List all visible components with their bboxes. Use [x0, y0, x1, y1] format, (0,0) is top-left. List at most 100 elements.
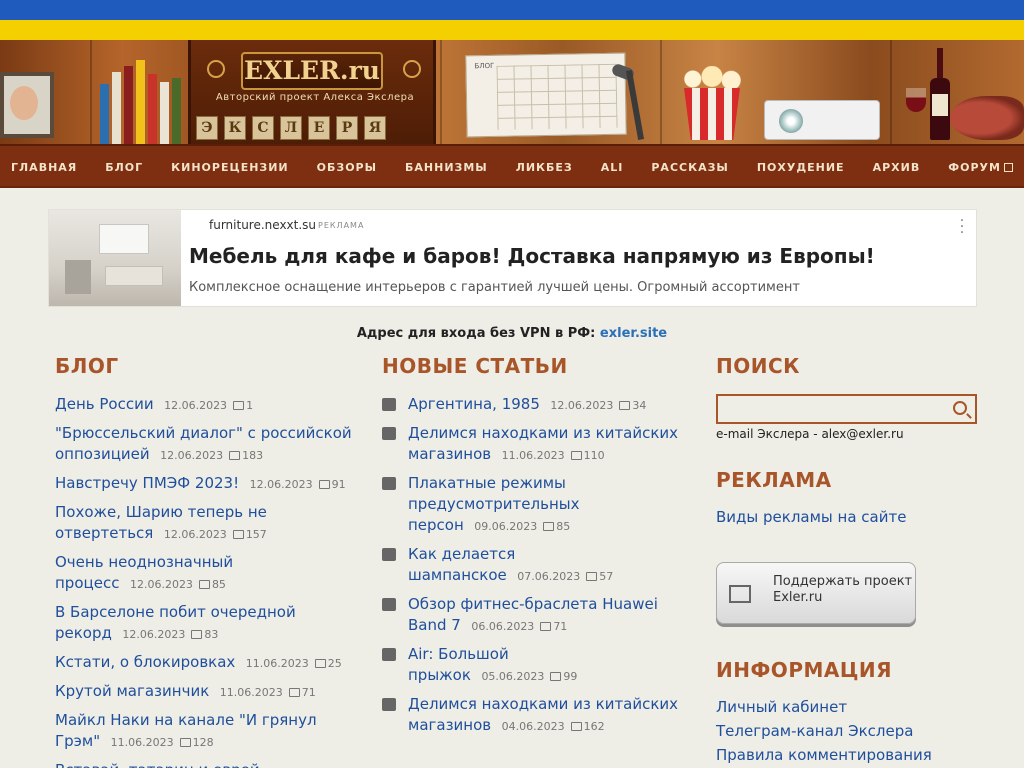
nav-item-stories[interactable]: РАССКАЗЫ	[637, 161, 742, 174]
search-icon[interactable]	[953, 401, 967, 415]
nav-item-forum[interactable]: ФОРУМ	[934, 161, 1024, 174]
blog-list: День России 12.06.2023 1 "Брюссельский диа…	[55, 394, 355, 768]
info-link-comment-rules[interactable]: Правила комментирования	[716, 746, 932, 764]
comment-count[interactable]: 91	[332, 478, 346, 491]
comment-icon	[570, 451, 582, 460]
ad-banner[interactable]: furniture.nexxt.su РЕКЛАМА Мебель для ка…	[48, 209, 977, 307]
item-title-link[interactable]: Как делается шампанское	[408, 545, 515, 584]
item-date: 11.06.2023	[245, 657, 309, 670]
list-item: Как делается шампанское 07.06.2023 57	[380, 544, 680, 587]
item-title-link[interactable]: Аргентина, 1985	[408, 395, 540, 413]
comment-count[interactable]: 110	[584, 449, 605, 462]
header-banner: EXLER.ru Авторский проект Алекса Экслера…	[0, 40, 1024, 144]
list-item: Похоже, Шарию теперь не отвертеться 12.0…	[55, 502, 355, 545]
ring-icon	[207, 60, 225, 78]
vpn-notice: Адрес для входа без VPN в РФ: exler.site	[0, 326, 1024, 341]
external-link-icon	[1003, 162, 1013, 172]
comment-count[interactable]: 162	[584, 720, 605, 733]
ads-types-link[interactable]: Виды рекламы на сайте	[716, 508, 906, 526]
item-meta: 11.06.2023 110	[491, 449, 605, 462]
list-item: Вставай, татарин и еврей	[55, 760, 355, 768]
list-item: Air: Большой прыжок 05.06.2023 99	[380, 644, 680, 687]
comment-count[interactable]: 85	[212, 578, 226, 591]
item-date: 12.06.2023	[160, 449, 224, 462]
item-title-link[interactable]: Кстати, о блокировках	[55, 653, 235, 671]
list-item: Аргентина, 1985 12.06.2023 34	[380, 394, 680, 416]
books-image	[100, 56, 184, 144]
ad-description[interactable]: Комплексное оснащение интерьеров с гаран…	[189, 280, 800, 295]
list-item: Очень неоднозначный процесс 12.06.2023 85	[55, 552, 355, 595]
nav-item-blog[interactable]: БЛОГ	[91, 161, 157, 174]
letter-block: С	[252, 116, 274, 140]
comment-count[interactable]: 57	[599, 570, 613, 583]
article-type-icon	[382, 698, 396, 711]
item-title-link[interactable]: Вставай, татарин и еврей	[55, 761, 260, 768]
ring-icon	[403, 60, 421, 78]
article-type-icon	[382, 598, 396, 611]
comment-icon	[198, 580, 210, 589]
support-button-label: Поддержать проект Exler.ru	[773, 574, 913, 605]
item-title-link[interactable]: Крутой магазинчик	[55, 682, 209, 700]
comment-count[interactable]: 71	[553, 620, 567, 633]
ad-domain[interactable]: furniture.nexxt.su	[209, 218, 316, 232]
item-date: 12.06.2023	[122, 628, 186, 641]
nav-item-likbez[interactable]: ЛИКБЕЗ	[502, 161, 587, 174]
articles-section-title[interactable]: НОВЫЕ СТАТЬИ	[382, 354, 568, 378]
ad-title[interactable]: Мебель для кафе и баров! Доставка напрям…	[189, 244, 875, 268]
item-meta: 07.06.2023 57	[507, 570, 613, 583]
item-date: 09.06.2023	[474, 520, 538, 533]
info-link-account[interactable]: Личный кабинет	[716, 698, 847, 716]
item-meta: 12.06.2023 83	[112, 628, 218, 641]
comment-count[interactable]: 85	[556, 520, 570, 533]
item-meta: 12.06.2023 91	[239, 478, 346, 491]
comment-count[interactable]: 1	[246, 399, 253, 412]
item-date: 11.06.2023	[110, 736, 174, 749]
vpn-text: Адрес для входа без VPN в РФ:	[356, 326, 596, 341]
more-options-icon[interactable]: · · ·	[957, 214, 967, 240]
comment-count[interactable]: 157	[246, 528, 267, 541]
comment-count[interactable]: 71	[302, 686, 316, 699]
support-project-button[interactable]: Поддержать проект Exler.ru	[716, 562, 916, 624]
list-item: Майкл Наки на канале "И грянул Грэм" 11.…	[55, 710, 355, 753]
comment-count[interactable]: 128	[193, 736, 214, 749]
microphone-stand	[625, 70, 645, 140]
nav-item-bannizms[interactable]: БАННИЗМЫ	[391, 161, 502, 174]
comment-icon	[314, 659, 326, 668]
list-item: Делимся находками из китайских магазинов…	[380, 423, 680, 466]
articles-list: Аргентина, 1985 12.06.2023 34 Делимся нахо…	[380, 394, 680, 744]
item-date: 11.06.2023	[219, 686, 283, 699]
item-meta: 05.06.2023 99	[471, 670, 577, 683]
logo-subtitle: Авторский проект Алекса Экслера	[215, 92, 415, 103]
nav-item-archive[interactable]: АРХИВ	[859, 161, 935, 174]
nav-item-reviews[interactable]: ОБЗОРЫ	[303, 161, 391, 174]
ham-image	[950, 96, 1024, 140]
comment-count[interactable]: 25	[328, 657, 342, 670]
comment-icon	[318, 480, 330, 489]
photo-frame-image	[0, 72, 54, 138]
item-meta: 09.06.2023 85	[464, 520, 570, 533]
info-link-telegram[interactable]: Телеграм-канал Экслера	[716, 722, 913, 740]
article-type-icon	[382, 398, 396, 411]
nav-item-weight-loss[interactable]: ПОХУДЕНИЕ	[743, 161, 859, 174]
wine-bottle-image	[930, 48, 950, 140]
comment-count[interactable]: 83	[204, 628, 218, 641]
blog-section-title[interactable]: БЛОГ	[55, 354, 119, 378]
item-title-link[interactable]: Навстречу ПМЭФ 2023!	[55, 474, 239, 492]
nav-item-movie-reviews[interactable]: КИНОРЕЦЕНЗИИ	[157, 161, 302, 174]
item-title-link[interactable]: День России	[55, 395, 154, 413]
comment-icon	[232, 530, 244, 539]
comment-icon	[288, 688, 300, 697]
info-section-title: ИНФОРМАЦИЯ	[716, 658, 893, 682]
comment-count[interactable]: 183	[242, 449, 263, 462]
comment-count[interactable]: 99	[563, 670, 577, 683]
comment-count[interactable]: 34	[632, 399, 646, 412]
letter-block: Я	[364, 116, 386, 140]
nav-item-home[interactable]: ГЛАВНАЯ	[0, 161, 91, 174]
item-date: 05.06.2023	[481, 670, 545, 683]
nav-item-ali[interactable]: ALI	[587, 161, 638, 174]
search-input[interactable]	[716, 394, 977, 424]
ad-image[interactable]	[49, 210, 181, 306]
letter-block: Л	[280, 116, 302, 140]
vpn-link[interactable]: exler.site	[600, 326, 667, 341]
comment-icon	[550, 672, 562, 681]
